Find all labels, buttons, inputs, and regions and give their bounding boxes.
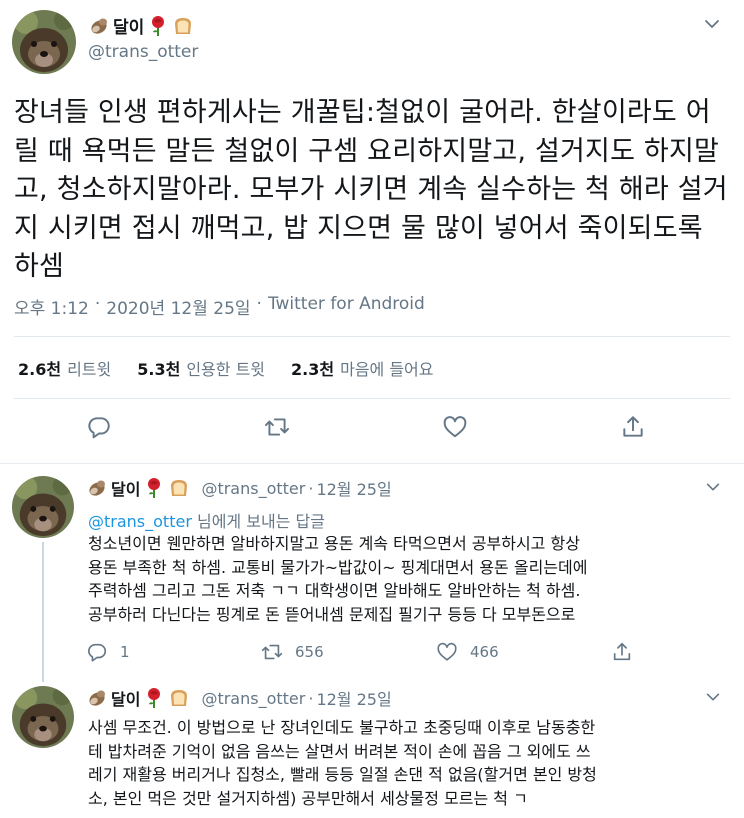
replying-to: @trans_otter 님에게 보내는 답글 bbox=[88, 508, 325, 532]
tweet-text: 장녀들 인생 편하게사는 개꿀팁:철없이 굴어라. 한살이라도 어릴 때 욕먹든… bbox=[14, 97, 728, 282]
otter-emoji-icon bbox=[86, 477, 108, 499]
like-button[interactable]: 466 bbox=[436, 641, 611, 663]
author-handle[interactable]: @trans_otter bbox=[201, 689, 305, 708]
reply-icon[interactable] bbox=[86, 414, 112, 440]
display-name[interactable]: 달이 bbox=[111, 476, 140, 500]
reply-date[interactable]: 12월 25일 bbox=[316, 686, 391, 710]
reply-tweet[interactable]: 달이 @trans_otter · 12월 25일 사셈 무조건. 이 방법으로… bbox=[0, 686, 744, 818]
share-button[interactable] bbox=[611, 641, 744, 663]
otter-emoji-icon bbox=[86, 687, 108, 709]
avatar[interactable] bbox=[12, 476, 74, 538]
chevron-down-icon[interactable] bbox=[702, 14, 722, 34]
reply-line: 청소년이면 웬만하면 알바하지말고 용돈 계속 타먹으면서 공부하시고 항상 bbox=[88, 534, 580, 553]
author-handle[interactable]: @trans_otter bbox=[88, 42, 198, 62]
reply-tweet[interactable]: 달이 @trans_otter · 12월 25일 @trans_otter 님… bbox=[0, 476, 744, 682]
divider bbox=[14, 336, 730, 337]
like-count: 466 bbox=[470, 643, 499, 661]
share-icon[interactable] bbox=[620, 414, 646, 440]
retweet-icon[interactable] bbox=[264, 414, 290, 440]
author-name-row[interactable]: 달이 bbox=[88, 13, 194, 38]
reply-line: 소, 본인 먹은 것만 설거지하셈) 공부만해서 세상물정 모르는 척 ㄱ bbox=[88, 788, 528, 808]
mention-link[interactable]: @trans_otter bbox=[88, 512, 192, 531]
bread-emoji-icon bbox=[168, 477, 190, 499]
reply-header: 달이 @trans_otter · 12월 25일 bbox=[86, 476, 392, 500]
tweet-meta: 오후 1:12 · 2020년 12월 25일 · Twitter for An… bbox=[14, 294, 425, 319]
meta-dot: · bbox=[94, 294, 101, 314]
stat-count: 5.3천 bbox=[137, 360, 181, 379]
separator bbox=[0, 463, 744, 464]
reply-count: 1 bbox=[120, 643, 130, 661]
meta-dot: · bbox=[308, 478, 314, 498]
stat-label: 리트윗 bbox=[67, 360, 112, 379]
bread-emoji-icon bbox=[168, 687, 190, 709]
like-icon[interactable] bbox=[442, 414, 468, 440]
reply-line: 사셈 무조건. 이 방법으로 난 장녀인데도 불구하고 초중딩때 이후로 남동충… bbox=[88, 718, 596, 737]
display-name[interactable]: 달이 bbox=[113, 13, 144, 38]
reply-actions: 1 656 466 bbox=[86, 641, 744, 663]
meta-dot: · bbox=[308, 688, 314, 708]
author-handle[interactable]: @trans_otter bbox=[201, 479, 305, 498]
reply-line: 용돈 부족한 척 하셈. 교통비 물가가~밥값이~ 핑계대면서 용돈 올리는데에 bbox=[88, 557, 588, 577]
meta-dot: · bbox=[256, 294, 262, 314]
reply-line: 테 밥차려준 기억이 없음 음쓰는 살면서 버려본 적이 손에 꼽음 그 외에도… bbox=[88, 741, 591, 761]
tweet-source[interactable]: Twitter for Android bbox=[268, 294, 425, 319]
reply-header: 달이 @trans_otter · 12월 25일 bbox=[86, 686, 392, 710]
chevron-down-icon[interactable] bbox=[704, 478, 722, 496]
rose-emoji-icon bbox=[143, 477, 165, 499]
retweet-count: 656 bbox=[295, 643, 324, 661]
tweet-stats: 2.6천 리트윗 5.3천 인용한 트윗 2.3천 마음에 들어요 bbox=[18, 356, 460, 380]
rose-emoji-icon bbox=[147, 15, 169, 37]
display-name[interactable]: 달이 bbox=[111, 686, 140, 710]
bread-emoji-icon bbox=[172, 15, 194, 37]
stat-likes[interactable]: 2.3천 마음에 들어요 bbox=[291, 356, 433, 380]
tweet-date[interactable]: 2020년 12월 25일 bbox=[106, 294, 250, 319]
reply-text: 사셈 무조건. 이 방법으로 난 장녀인데도 불구하고 초중딩때 이후로 남동충… bbox=[88, 716, 728, 810]
thread-line bbox=[42, 542, 44, 682]
chevron-down-icon[interactable] bbox=[704, 688, 722, 706]
reply-line: 레기 재활용 버리거나 집청소, 빨래 등등 일절 손댄 적 없음(할거면 본인… bbox=[88, 765, 597, 784]
avatar[interactable] bbox=[12, 10, 76, 74]
rose-emoji-icon bbox=[143, 687, 165, 709]
tweet-actions bbox=[0, 414, 744, 450]
reply-line: 공부하러 다닌다는 핑계로 돈 뜯어내셈 문제집 필기구 등등 다 모부돈으로 bbox=[88, 604, 576, 624]
retweet-button[interactable]: 656 bbox=[261, 641, 436, 663]
reply-line: 주력하셈 그리고 그돈 저축 ㄱㄱ 대학생이면 알바해도 알바안하는 척 하셈. bbox=[88, 581, 581, 600]
stat-quote-tweets[interactable]: 5.3천 인용한 트윗 bbox=[137, 356, 265, 380]
divider bbox=[14, 398, 730, 399]
stat-label: 인용한 트윗 bbox=[186, 360, 266, 379]
stat-count: 2.3천 bbox=[291, 360, 335, 379]
stat-count: 2.6천 bbox=[18, 360, 62, 379]
tweet-time[interactable]: 오후 1:12 bbox=[14, 294, 89, 319]
reply-button[interactable]: 1 bbox=[86, 641, 261, 663]
main-tweet: 달이 @trans_otter 장녀들 인생 편하게사는 개꿀팁:철없이 굴어라… bbox=[0, 0, 744, 463]
reply-text: 청소년이면 웬만하면 알바하지말고 용돈 계속 타먹으면서 공부하시고 항상 용… bbox=[88, 532, 728, 626]
stat-label: 마음에 들어요 bbox=[340, 360, 434, 379]
otter-emoji-icon bbox=[88, 15, 110, 37]
stat-retweets[interactable]: 2.6천 리트윗 bbox=[18, 356, 111, 380]
reply-date[interactable]: 12월 25일 bbox=[316, 476, 391, 500]
replying-suffix: 님에게 보내는 답글 bbox=[191, 512, 325, 531]
avatar[interactable] bbox=[12, 686, 74, 748]
